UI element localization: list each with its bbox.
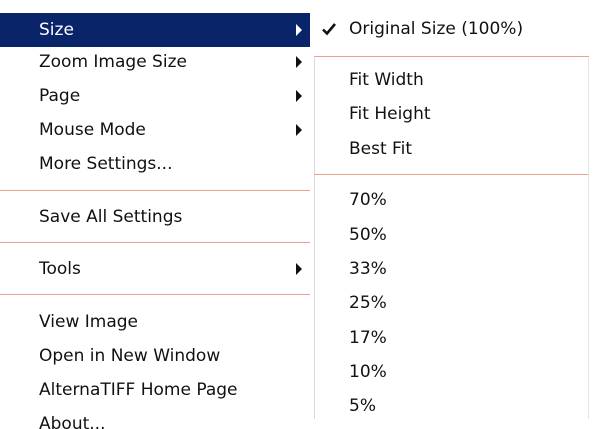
submenu-item-70-percent[interactable]: 70% — [310, 183, 593, 217]
submenu-item-label: Fit Width — [349, 70, 424, 90]
menu-item-tools[interactable]: Tools — [0, 252, 310, 286]
submenu-item-label: 17% — [349, 328, 387, 348]
menu-item-label: View Image — [39, 312, 138, 332]
submenu-item-label: 10% — [349, 362, 387, 382]
submenu-arrow-icon — [296, 90, 302, 102]
submenu-item-50-percent[interactable]: 50% — [310, 218, 593, 252]
submenu-item-10-percent[interactable]: 10% — [310, 355, 593, 389]
submenu-item-label: Original Size (100%) — [349, 19, 524, 39]
submenu-arrow-icon — [296, 263, 302, 275]
menu-item-view-image[interactable]: View Image — [0, 305, 310, 339]
menu-item-save-all-settings[interactable]: Save All Settings — [0, 200, 310, 234]
submenu-item-5-percent[interactable]: 5% — [310, 389, 593, 423]
submenu-item-33-percent[interactable]: 33% — [310, 252, 593, 286]
menu-item-size[interactable]: Size — [0, 13, 310, 47]
menu-item-label: More Settings... — [39, 154, 173, 174]
menu-separator — [0, 190, 310, 191]
menu-item-label: About... — [39, 414, 106, 429]
size-submenu: Original Size (100%) Fit Width Fit Heigh… — [310, 0, 593, 429]
menu-item-more-settings[interactable]: More Settings... — [0, 147, 310, 181]
menu-item-zoom-image-size[interactable]: Zoom Image Size — [0, 45, 310, 79]
submenu-arrow-icon — [296, 24, 302, 36]
submenu-item-best-fit[interactable]: Best Fit — [310, 132, 593, 166]
checkmark-icon — [322, 23, 336, 36]
submenu-item-17-percent[interactable]: 17% — [310, 321, 593, 355]
submenu-arrow-icon — [296, 124, 302, 136]
menu-item-mouse-mode[interactable]: Mouse Mode — [0, 113, 310, 147]
menu-item-alternatiff-home-page[interactable]: AlternaTIFF Home Page — [0, 373, 310, 407]
submenu-item-label: 50% — [349, 225, 387, 245]
menu-item-label: Size — [39, 20, 74, 40]
context-menu: Size Zoom Image Size Page Mouse Mode Mor… — [0, 0, 310, 429]
menu-separator — [0, 242, 310, 243]
submenu-item-original-size[interactable]: Original Size (100%) — [310, 12, 593, 46]
menu-item-label: Mouse Mode — [39, 120, 146, 140]
menu-separator — [0, 294, 310, 295]
menu-item-about[interactable]: About... — [0, 407, 310, 429]
menu-item-label: Zoom Image Size — [39, 52, 187, 72]
submenu-item-label: 70% — [349, 190, 387, 210]
menu-item-label: Page — [39, 86, 81, 106]
submenu-item-label: 25% — [349, 293, 387, 313]
menu-item-label: Open in New Window — [39, 346, 221, 366]
submenu-item-fit-height[interactable]: Fit Height — [310, 97, 593, 131]
submenu-item-fit-width[interactable]: Fit Width — [310, 63, 593, 97]
menu-item-label: Save All Settings — [39, 207, 183, 227]
submenu-arrow-icon — [296, 56, 302, 68]
submenu-item-label: Best Fit — [349, 139, 412, 159]
menu-item-label: Tools — [39, 259, 81, 279]
submenu-item-label: Fit Height — [349, 104, 431, 124]
menu-item-open-in-new-window[interactable]: Open in New Window — [0, 339, 310, 373]
menu-item-page[interactable]: Page — [0, 79, 310, 113]
menu-item-label: AlternaTIFF Home Page — [39, 380, 238, 400]
submenu-item-label: 33% — [349, 259, 387, 279]
menu-separator — [314, 174, 589, 175]
submenu-item-label: 5% — [349, 396, 376, 416]
submenu-item-25-percent[interactable]: 25% — [310, 286, 593, 320]
menu-separator — [314, 56, 589, 57]
